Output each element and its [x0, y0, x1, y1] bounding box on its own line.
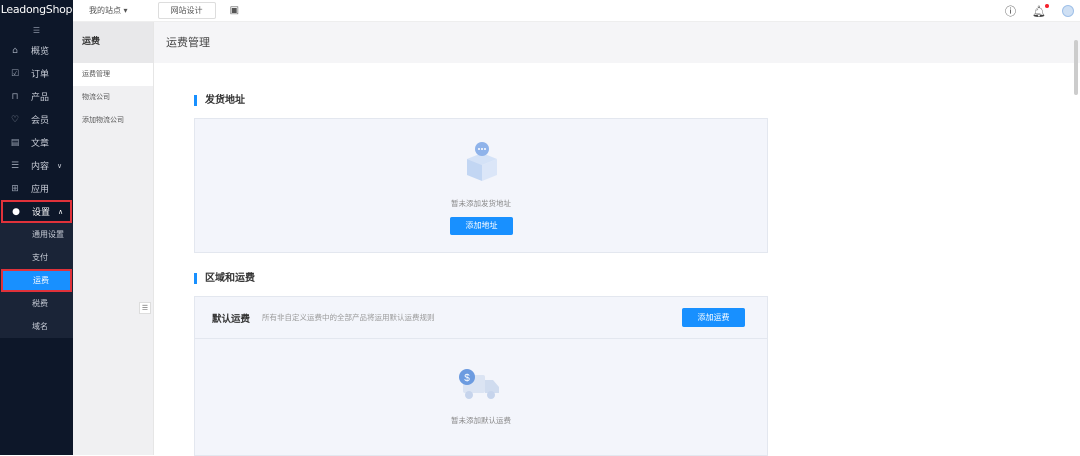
sub-item-general[interactable]: 通用设置	[0, 223, 73, 246]
nav-logistics-company[interactable]: 物流公司	[73, 86, 153, 109]
sub-item-tax[interactable]: 税费	[0, 292, 73, 315]
document-icon: ▤	[10, 137, 20, 148]
nav-shipping-management[interactable]: 运费管理	[73, 63, 153, 86]
nav-add-logistics-company[interactable]: 添加物流公司	[73, 109, 153, 132]
sidebar-item-label: 内容	[31, 162, 50, 172]
logo: LeadongShop	[0, 3, 73, 16]
sidebar-item-label: 订单	[31, 70, 50, 80]
collapse-menu-icon[interactable]: ☰	[0, 22, 73, 39]
add-address-button[interactable]: 添加地址	[450, 217, 513, 235]
secondary-nav: 运费 运费管理 物流公司 添加物流公司 ☰	[73, 22, 154, 455]
chevron-up-icon: ∧	[58, 207, 64, 216]
shipping-address-card: 暂未添加发货地址 添加地址	[194, 118, 768, 253]
sidebar-item-apps[interactable]: ⊞ 应用	[0, 177, 73, 200]
avatar[interactable]	[1062, 5, 1074, 17]
svg-text:$: $	[464, 373, 470, 384]
default-shipping-desc: 所有非自定义运费中的全部产品将运用默认运费规则	[262, 313, 435, 322]
section-title-regions: 区域和运费	[194, 273, 255, 284]
empty-address-text: 暂未添加发货地址	[451, 199, 511, 208]
sidebar-item-label: 设置	[32, 208, 51, 218]
site-label: 我的站点	[89, 6, 121, 15]
add-shipping-button[interactable]: 添加运费	[682, 308, 745, 327]
content-icon: ☰	[10, 160, 20, 171]
sidebar-item-members[interactable]: ♡ 会员	[0, 108, 73, 131]
section-title-shipping-address: 发货地址	[194, 95, 245, 106]
site-selector[interactable]: 我的站点 ▾	[89, 5, 128, 16]
help-icon[interactable]: ⓘ	[1005, 3, 1016, 19]
page-title: 运费管理	[154, 22, 1080, 63]
top-bar: 我的站点 ▾ 网站设计 ▣ ⓘ 🔔︎	[73, 0, 1080, 22]
chevron-down-icon: ∨	[57, 161, 63, 170]
bell-icon[interactable]: 🔔︎	[1032, 3, 1049, 18]
sidebar: LeadongShop ☰ ⌂ 概览 ☑ 订单 ⊓ 产品 ♡ 会员 ▤ 文章 ☰ 内容 ∨ ⊞…	[0, 0, 73, 455]
sidebar-item-label: 概览	[31, 47, 50, 57]
sidebar-item-label: 会员	[31, 116, 50, 126]
sidebar-item-label: 产品	[31, 93, 50, 103]
preview-icon[interactable]: ▣	[230, 5, 239, 16]
empty-box-icon	[467, 142, 497, 181]
scrollbar[interactable]	[1074, 40, 1078, 95]
truck-dollar-icon: $	[459, 369, 499, 399]
sidebar-item-content[interactable]: ☰ 内容 ∨	[0, 154, 73, 177]
sidebar-item-label: 应用	[31, 185, 50, 195]
collapse-panel-icon[interactable]: ☰	[139, 302, 151, 314]
caret-down-icon: ▾	[123, 6, 128, 15]
order-icon: ☑	[10, 68, 20, 79]
sub-item-shipping[interactable]: 运费	[1, 269, 72, 292]
sidebar-item-orders[interactable]: ☑ 订单	[0, 62, 73, 85]
notification-dot	[1045, 3, 1049, 8]
apps-icon: ⊞	[11, 183, 19, 194]
sub-item-domain[interactable]: 域名	[0, 315, 73, 338]
sidebar-item-overview[interactable]: ⌂ 概览	[0, 39, 73, 62]
default-shipping-title: 默认运费	[212, 313, 251, 325]
sub-item-payment[interactable]: 支付	[0, 246, 73, 269]
home-icon: ⌂	[12, 45, 18, 56]
member-icon: ♡	[10, 114, 20, 125]
sidebar-item-label: 文章	[31, 139, 50, 149]
secondary-nav-title: 运费	[73, 22, 153, 63]
default-shipping-card: 默认运费 所有非自定义运费中的全部产品将运用默认运费规则 添加运费 $ 暂未添加…	[194, 296, 768, 456]
website-design-button[interactable]: 网站设计	[157, 2, 216, 19]
bag-icon: ⊓	[11, 91, 19, 102]
empty-default-shipping-text: 暂未添加默认运费	[451, 416, 511, 425]
settings-submenu: 通用设置 支付 运费 税费 域名	[0, 223, 73, 338]
sidebar-item-articles[interactable]: ▤ 文章	[0, 131, 73, 154]
sidebar-item-products[interactable]: ⊓ 产品	[0, 85, 73, 108]
gear-icon: ●	[12, 206, 20, 217]
sidebar-item-settings[interactable]: ● 设置 ∧	[1, 200, 72, 223]
